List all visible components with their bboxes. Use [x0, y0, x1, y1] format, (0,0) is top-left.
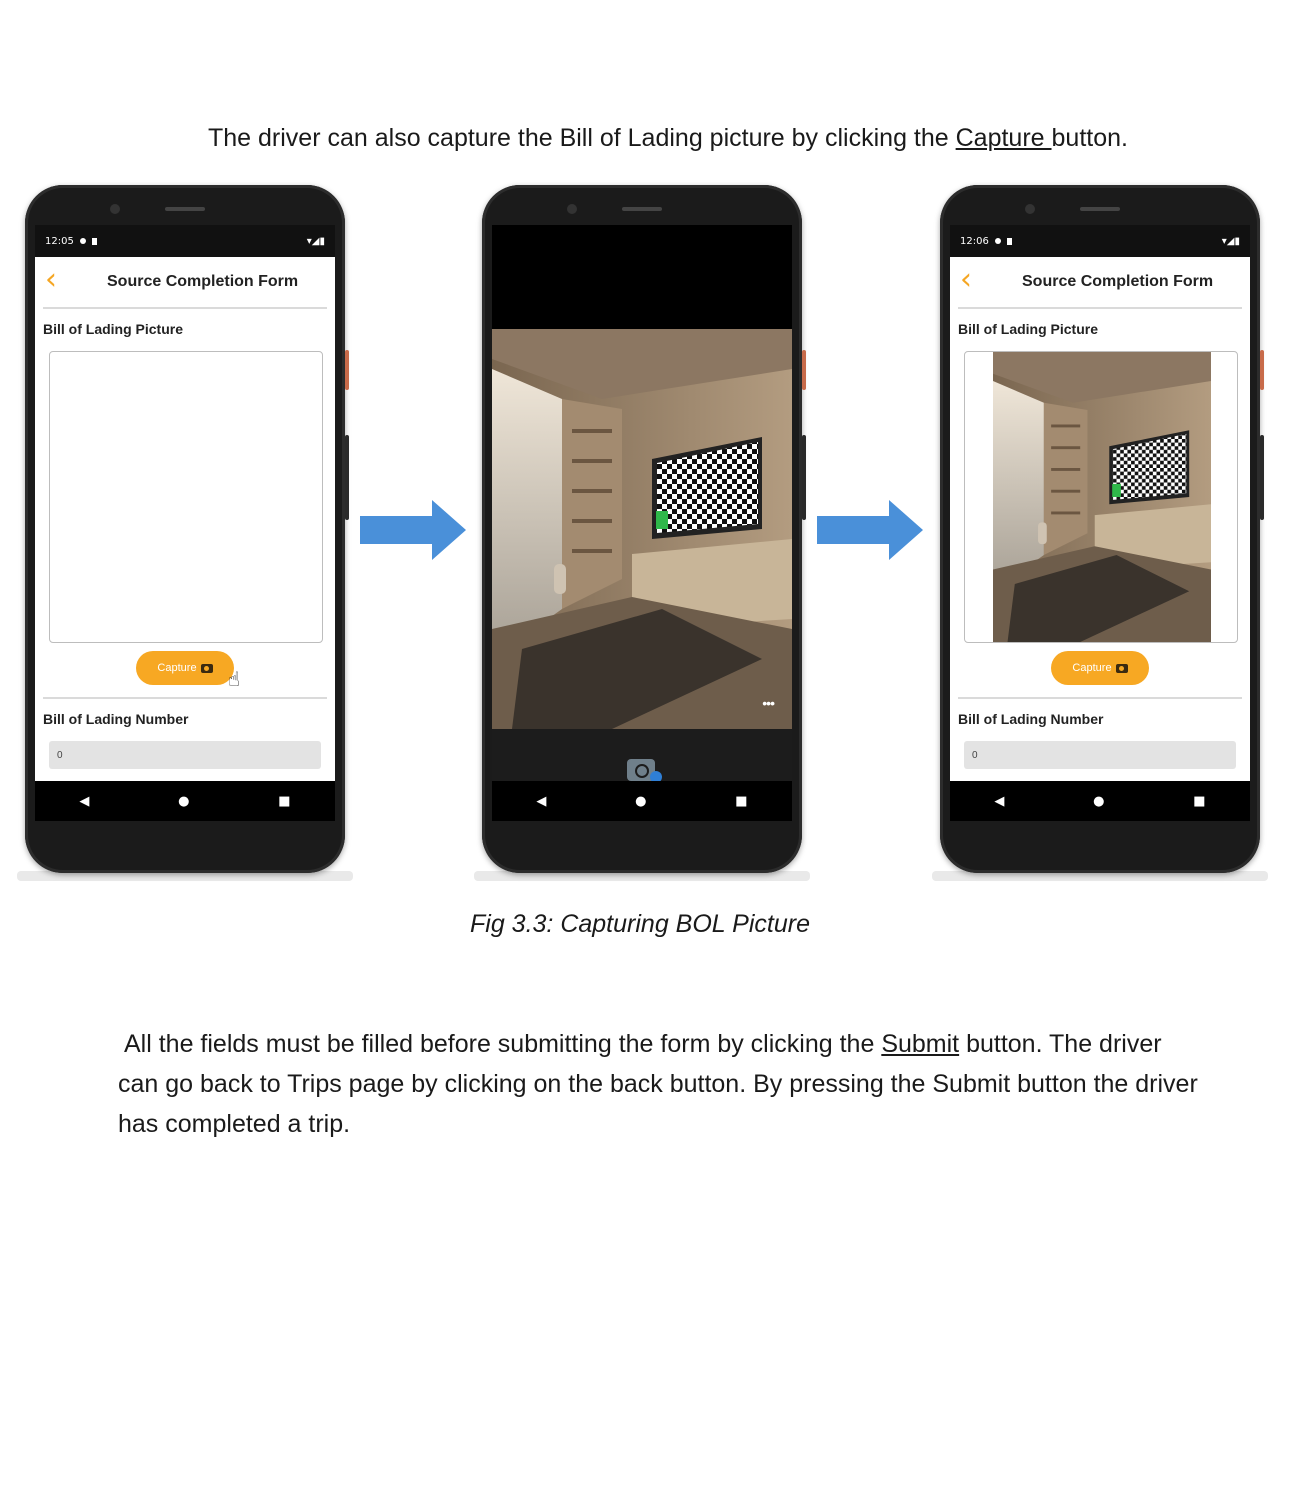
sim-icon [91, 237, 97, 245]
bol-picture-label: Bill of Lading Picture [43, 321, 184, 337]
intro-text-1: The driver can also capture the Bill of … [208, 124, 956, 152]
phone-screen: 12:06 ▾◢▮ ‹ Source Completion Form Bill … [950, 225, 1250, 821]
status-time: 12:06 [960, 235, 989, 247]
figure-caption: Fig 3.3: Capturing BOL Picture [470, 910, 810, 938]
nav-recents-icon[interactable]: ■ [1193, 794, 1205, 809]
bol-picture-placeholder [49, 351, 323, 643]
page-title: Source Completion Form [107, 273, 299, 290]
room-photo [492, 329, 792, 729]
earpiece [622, 207, 662, 211]
p1-text-1: All the fields must be filled before sub… [124, 1030, 882, 1058]
page-title: Source Completion Form [1022, 273, 1214, 290]
arrow-right-icon [360, 500, 466, 560]
phone-screen: ••• ◀ ● ■ [492, 225, 792, 821]
p1-text-2: button. The driver [959, 1030, 1162, 1058]
capture-button-label: Capture [1072, 662, 1112, 674]
sim-icon [1006, 237, 1012, 245]
divider [43, 697, 327, 699]
nav-back-icon[interactable]: ◀ [994, 794, 1004, 809]
volume-button [802, 435, 806, 520]
bol-number-label: Bill of Lading Number [43, 711, 189, 727]
arrow-right-icon [817, 500, 923, 560]
power-button [345, 350, 349, 390]
camera-icon [200, 663, 213, 673]
power-button [1260, 350, 1264, 390]
nav-back-icon[interactable]: ◀ [79, 794, 89, 809]
nav-recents-icon[interactable]: ■ [735, 794, 747, 809]
signal-battery-icon: ▾◢▮ [306, 235, 325, 247]
bol-picture-label: Bill of Lading Picture [958, 321, 1099, 337]
phone-camera-view: ••• ◀ ● ■ [474, 185, 810, 881]
volume-button [345, 435, 349, 520]
bol-number-input[interactable] [49, 741, 321, 769]
intro-text-2: button. [1051, 124, 1128, 152]
chevron-left-icon[interactable]: ‹ [960, 265, 972, 295]
hand-pointer-icon: ☝ [227, 667, 240, 691]
camera-viewfinder: ••• [492, 329, 792, 729]
nav-recents-icon[interactable]: ■ [278, 794, 290, 809]
power-button [802, 350, 806, 390]
chevron-left-icon[interactable]: ‹ [45, 265, 57, 295]
status-bar: 12:06 ▾◢▮ [950, 225, 1250, 257]
intro-paragraph: The driver can also capture the Bill of … [208, 124, 1128, 153]
divider [958, 697, 1242, 699]
capture-link-text: Capture [955, 124, 1052, 152]
camera-top-bar [492, 225, 792, 329]
nav-home-icon[interactable]: ● [635, 794, 646, 809]
volume-button [1260, 435, 1264, 520]
earpiece [1080, 207, 1120, 211]
nav-back-icon[interactable]: ◀ [536, 794, 546, 809]
capture-button-label: Capture [157, 662, 197, 674]
camera-icon [1115, 663, 1128, 673]
phone-screen: 12:05 ▾◢▮ ‹ Source Completion Form Bill … [35, 225, 335, 821]
bol-number-label: Bill of Lading Number [958, 711, 1104, 727]
submit-link-text: Submit [881, 1030, 960, 1058]
bol-picture-preview [964, 351, 1238, 643]
nav-home-icon[interactable]: ● [178, 794, 189, 809]
system-nav-bar: ◀ ● ■ [492, 781, 792, 821]
bol-number-input[interactable] [964, 741, 1236, 769]
paragraph-line-2: can go back to Trips page by clicking on… [118, 1070, 1198, 1098]
paragraph-line-1: All the fields must be filled before sub… [124, 1030, 1162, 1059]
settings-icon [994, 238, 1001, 244]
capture-button[interactable]: Capture ☝ [136, 651, 240, 691]
signal-battery-icon: ▾◢▮ [1221, 235, 1240, 247]
status-time: 12:05 [45, 235, 74, 247]
phone-form-captured: 12:06 ▾◢▮ ‹ Source Completion Form Bill … [932, 185, 1268, 881]
front-camera [1025, 204, 1035, 214]
system-nav-bar: ◀ ● ■ [35, 781, 335, 821]
front-camera [110, 204, 120, 214]
app-header: ‹ Source Completion Form [958, 257, 1242, 309]
earpiece [165, 207, 205, 211]
captured-photo [993, 352, 1211, 642]
paragraph-line-3: has completed a trip. [118, 1110, 351, 1138]
settings-icon [79, 238, 86, 244]
capture-button[interactable]: Capture [1051, 651, 1149, 685]
system-nav-bar: ◀ ● ■ [950, 781, 1250, 821]
nav-home-icon[interactable]: ● [1093, 794, 1104, 809]
more-options-icon[interactable]: ••• [762, 695, 775, 711]
phone-form-empty: 12:05 ▾◢▮ ‹ Source Completion Form Bill … [17, 185, 353, 881]
app-header: ‹ Source Completion Form [43, 257, 327, 309]
status-bar: 12:05 ▾◢▮ [35, 225, 335, 257]
front-camera [567, 204, 577, 214]
